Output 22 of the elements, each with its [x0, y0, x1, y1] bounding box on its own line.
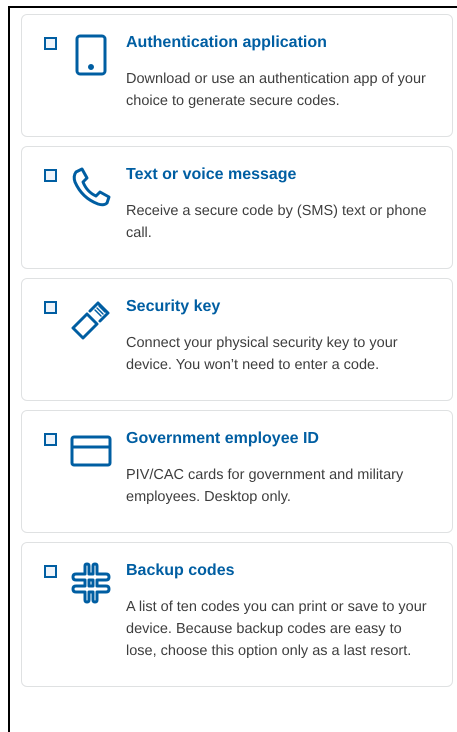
- option-title: Security key: [126, 297, 222, 317]
- checkbox[interactable]: [44, 37, 57, 50]
- option-card[interactable]: Text or voice message Receive a secure code by (SMS) text or phone call.: [21, 146, 453, 269]
- checkbox[interactable]: [44, 169, 57, 182]
- option-title: Backup codes: [126, 561, 236, 581]
- checkbox[interactable]: [44, 433, 57, 446]
- option-description: Download or use an authentication app of your choice to generate secure codes.: [126, 70, 427, 111]
- option-description: A list of ten codes you can print or save to your device. Because backup codes are easy to lose, choose this option only as a last resort.: [126, 598, 428, 661]
- option-title: Text or voice message: [126, 165, 298, 185]
- option-card[interactable]: Backup codes A list of ten codes you can print or save to your device. Because backup codes are easy to lose, choose this option only as a last resort.: [21, 542, 453, 687]
- option-title: Government employee ID: [126, 429, 320, 449]
- checkbox[interactable]: [44, 301, 57, 314]
- option-description: PIV/CAC cards for government and military employees. Desktop only.: [126, 466, 404, 507]
- checkbox[interactable]: [44, 565, 57, 578]
- option-card[interactable]: Security key Connect your physical security key to your device. You won’t need to enter a code.: [21, 278, 453, 401]
- option-title: Authentication application: [126, 33, 328, 53]
- option-card[interactable]: Government employee ID PIV/CAC cards for government and military employees. Desktop only.: [21, 410, 453, 533]
- option-description: Connect your physical security key to your device. You won’t need to enter a code.: [126, 334, 399, 375]
- option-card[interactable]: Authentication application Download or use an authentication app of your choice to generate secure codes.: [21, 14, 453, 137]
- hash-icon: [70, 562, 112, 604]
- option-description: Receive a secure code by (SMS) text or phone call.: [126, 202, 428, 243]
- phone-icon: [70, 166, 112, 208]
